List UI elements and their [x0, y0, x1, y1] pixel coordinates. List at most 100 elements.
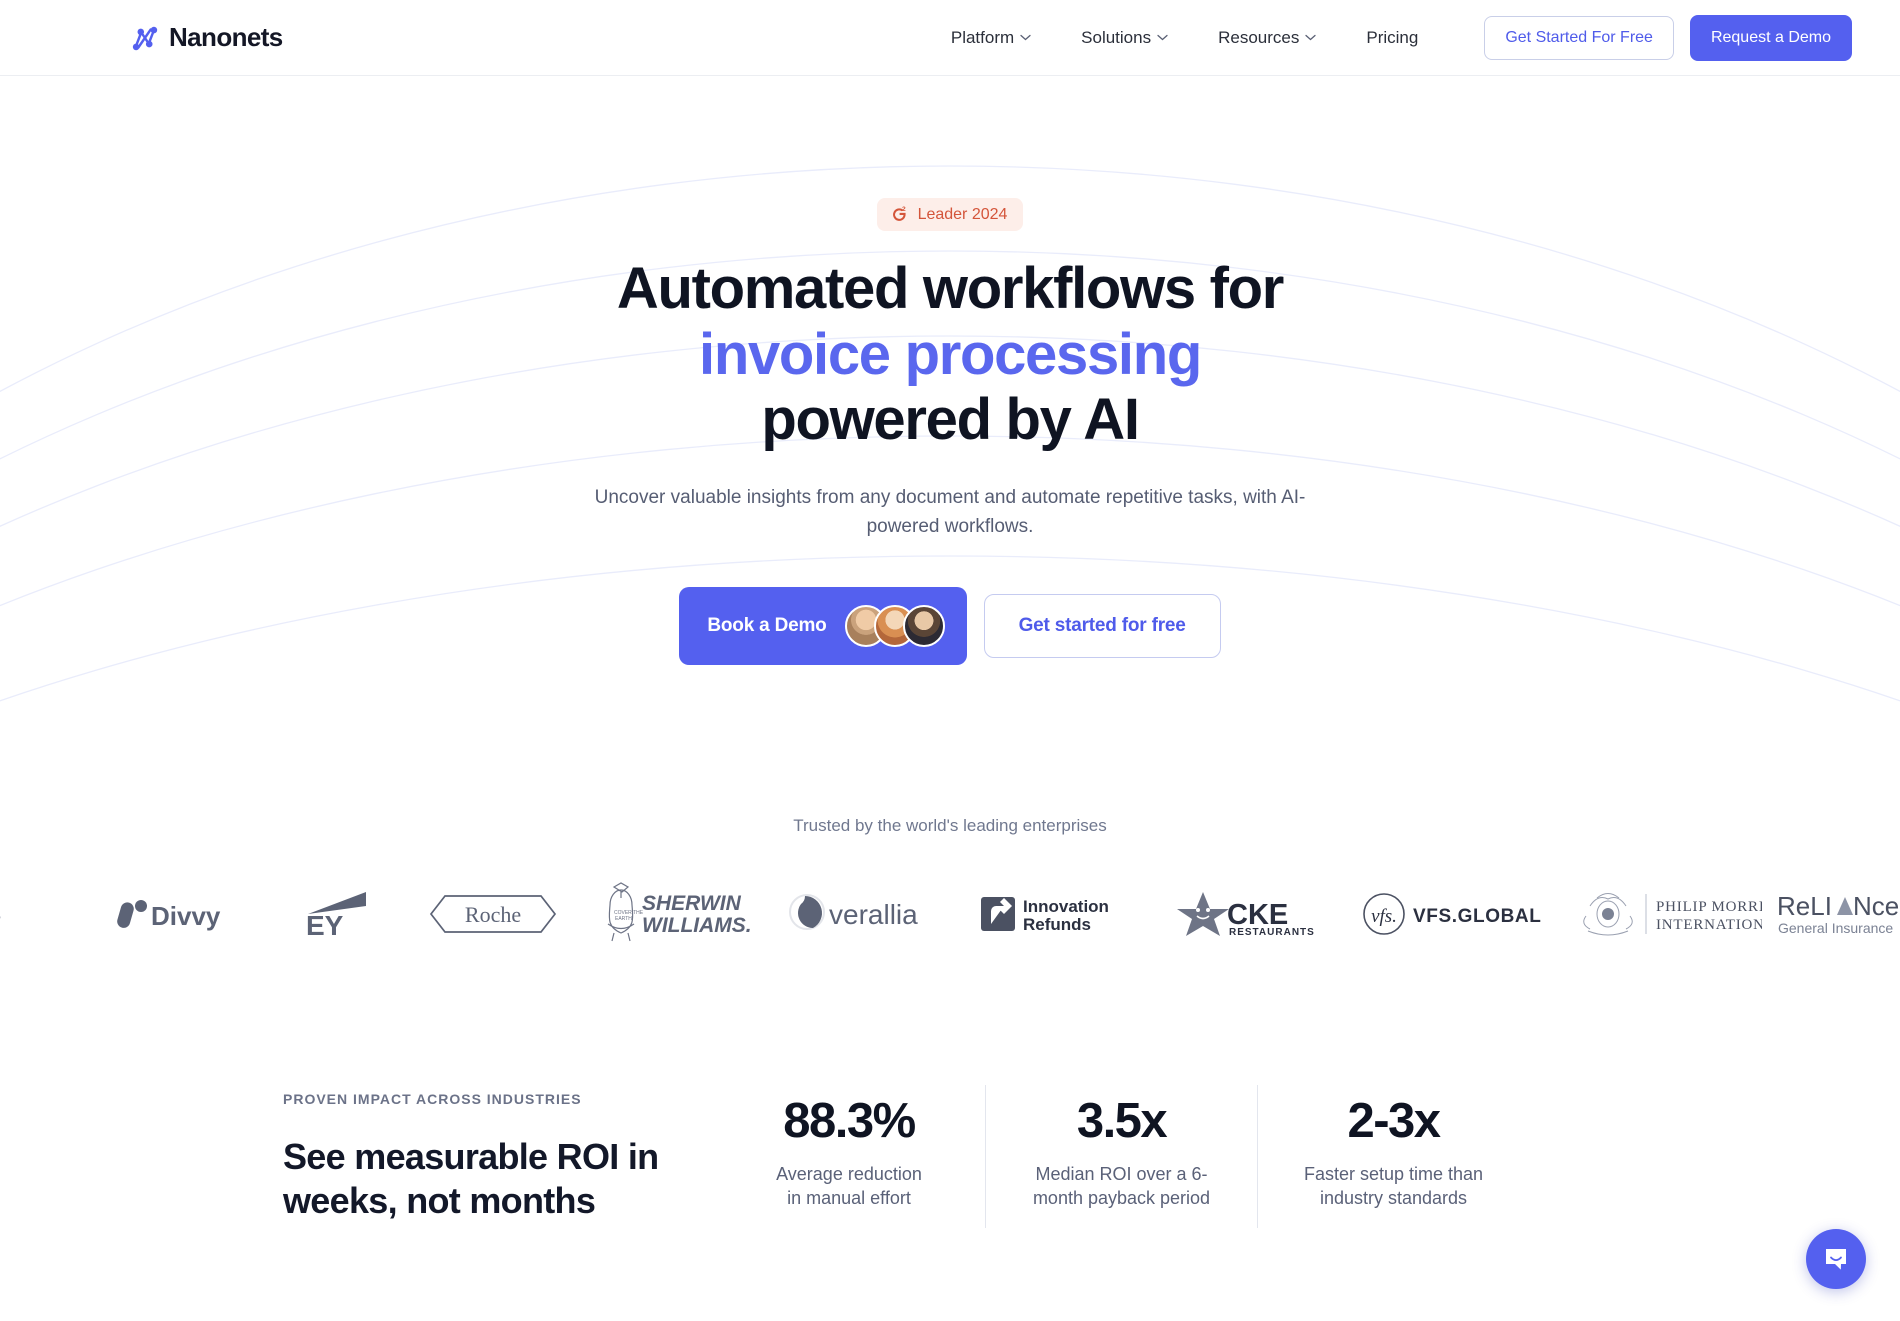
divvy-logo-icon: Divvy: [117, 900, 221, 931]
logo-innovation-refunds: Innovation Refunds: [968, 892, 1158, 936]
stat-card: 3.5x Median ROI over a 6- month payback …: [985, 1085, 1257, 1229]
svg-text:WILLIAMS.: WILLIAMS.: [642, 914, 752, 937]
stat-desc-line-2: industry standards: [1319, 1188, 1468, 1209]
logo-cke-restaurants: CKE RESTAURANTS: [1158, 890, 1348, 938]
logo-philip-morris: PHILIP MORRIS INTERNATIONAL: [1554, 888, 1770, 940]
svg-text:EY: EY: [306, 910, 344, 938]
stat-card: 2-3x Faster setup time than industry sta…: [1257, 1085, 1529, 1229]
site-header: Nanonets Platform Solutions Resources Pr…: [0, 0, 1900, 76]
chevron-down-icon: [1020, 34, 1031, 41]
hero-title: Automated workflows for invoice processi…: [0, 256, 1900, 453]
roi-text-block: PROVEN IMPACT ACROSS INDUSTRIES See meas…: [283, 1091, 713, 1223]
brand-logo[interactable]: Nanonets: [130, 22, 283, 53]
g2-badge-label: Leader 2024: [917, 205, 1008, 223]
landing-page: Nanonets Platform Solutions Resources Pr…: [0, 0, 1900, 1321]
svg-text:Divvy: Divvy: [151, 901, 221, 931]
nav-item-resources[interactable]: Resources: [1218, 27, 1317, 48]
hero-title-line-3: powered by AI: [761, 387, 1140, 453]
stat-desc-line-1: Average reduction: [776, 1163, 922, 1184]
logo-divvy: Divvy: [90, 894, 270, 934]
chat-bubble-icon: [1826, 1249, 1846, 1270]
main-navigation: Platform Solutions Resources Pricing: [951, 28, 1418, 48]
logo-roche: Roche: [410, 893, 576, 935]
stat-description: Faster setup time than industry standard…: [1278, 1162, 1509, 1211]
nav-item-solutions[interactable]: Solutions: [1081, 28, 1168, 48]
svg-text:vfs.: vfs.: [1371, 906, 1397, 927]
hero-cta-group: Book a Demo Get started for free: [0, 587, 1900, 666]
svg-text:General Insurance: General Insurance: [1778, 920, 1893, 936]
chevron-down-icon: [1157, 34, 1168, 41]
nav-item-platform[interactable]: Platform: [951, 28, 1031, 48]
vfs-global-logo-icon: vfs. VFS.GLOBAL: [1363, 893, 1541, 935]
reliance-logo-icon: ReLI Nce General Insurance: [1777, 891, 1899, 936]
logo-carousel[interactable]: tte Divvy EY: [0, 878, 1900, 950]
svg-text:ReLI: ReLI: [1777, 891, 1832, 921]
nav-item-label: Resources: [1218, 27, 1300, 47]
trusted-by-section: Trusted by the world's leading enterpris…: [0, 816, 1900, 950]
avatar-group: [844, 605, 945, 648]
philip-morris-logo-icon: PHILIP MORRIS INTERNATIONAL: [1583, 893, 1762, 936]
roi-heading: See measurable ROI in weeks, not months: [283, 1135, 673, 1223]
roi-eyebrow: PROVEN IMPACT ACROSS INDUSTRIES: [283, 1090, 582, 1107]
nav-item-label: Solutions: [1081, 27, 1152, 47]
stat-description: Median ROI over a 6- month payback perio…: [1006, 1162, 1237, 1211]
svg-text:verallia: verallia: [829, 899, 918, 930]
stat-value: 3.5x: [1076, 1094, 1168, 1148]
book-a-demo-label: Book a Demo: [707, 615, 827, 637]
stat-description: Average reduction in manual effort: [733, 1162, 965, 1211]
svg-text:Nce: Nce: [1853, 891, 1899, 921]
svg-text:VFS.GLOBAL: VFS.GLOBAL: [1413, 906, 1541, 927]
header-actions: Get Started For Free Request a Demo: [1484, 14, 1852, 61]
ey-logo-icon: EY: [306, 892, 366, 938]
nanonets-logo-icon: [132, 26, 158, 50]
chevron-down-icon: [1305, 34, 1317, 41]
logo-sherwin-williams: COVER THE EARTH SHERWIN WILLIAMS.: [576, 881, 772, 947]
nav-item-label: Pricing: [1366, 27, 1419, 47]
nav-item-label: Platform: [950, 27, 1015, 47]
deloitte-logo-icon: tte: [0, 916, 1, 919]
verallia-logo-icon: verallia: [788, 894, 918, 930]
get-started-free-button[interactable]: Get Started For Free: [1484, 15, 1674, 60]
svg-text:Roche: Roche: [465, 902, 521, 927]
stat-value: 2-3x: [1347, 1094, 1441, 1148]
svg-text:RESTAURANTS: RESTAURANTS: [1229, 927, 1315, 938]
svg-text:INTERNATIONAL: INTERNATIONAL: [1656, 917, 1762, 933]
g2-icon: 2: [892, 206, 906, 221]
hero-title-line-1: Automated workflows for: [616, 256, 1284, 321]
brand-name: Nanonets: [169, 22, 283, 52]
sherwin-williams-logo-icon: COVER THE EARTH SHERWIN WILLIAMS.: [607, 882, 752, 942]
nav-item-pricing[interactable]: Pricing: [1366, 28, 1418, 48]
svg-text:2: 2: [902, 206, 906, 213]
hero-subtitle: Uncover valuable insights from any docum…: [594, 486, 1306, 538]
stat-desc-line-1: Median ROI over a 6-: [1035, 1163, 1208, 1184]
logo-ey: EY: [270, 890, 410, 938]
trusted-by-label: Trusted by the world's leading enterpris…: [793, 816, 1107, 835]
hero-title-accent: invoice processing: [699, 321, 1202, 387]
stat-desc-line-2: month payback period: [1032, 1188, 1211, 1209]
logo-vfs-global: vfs. VFS.GLOBAL: [1348, 891, 1554, 937]
logo-deloitte: tte: [0, 897, 18, 931]
roi-heading-line-1: See measurable ROI in: [283, 1135, 659, 1177]
roi-section: PROVEN IMPACT ACROSS INDUSTRIES See meas…: [0, 1085, 1900, 1229]
roche-logo-icon: Roche: [429, 895, 557, 933]
stat-value: 88.3%: [783, 1094, 916, 1148]
request-demo-button[interactable]: Request a Demo: [1689, 14, 1852, 61]
svg-text:Refunds: Refunds: [1023, 915, 1091, 934]
cke-restaurants-logo-icon: CKE RESTAURANTS: [1177, 892, 1315, 938]
svg-text:Innovation: Innovation: [1023, 897, 1109, 916]
hero-content: 2 Leader 2024 Automated workflows for in…: [0, 76, 1900, 666]
innovation-refunds-logo-icon: Innovation Refunds: [981, 897, 1109, 934]
roi-heading-line-2: weeks, not months: [283, 1179, 596, 1221]
stat-desc-line-1: Faster setup time than: [1303, 1163, 1484, 1184]
stat-desc-line-2: in manual effort: [787, 1188, 911, 1209]
book-a-demo-button[interactable]: Book a Demo: [679, 587, 967, 666]
get-started-for-free-button[interactable]: Get started for free: [983, 594, 1221, 659]
svg-text:PHILIP MORRIS: PHILIP MORRIS: [1656, 899, 1762, 915]
avatar: [902, 605, 945, 648]
roi-stats-group: 88.3% Average reduction in manual effort…: [713, 1085, 1529, 1229]
hero-section: 2 Leader 2024 Automated workflows for in…: [0, 76, 1900, 816]
logo-reliance-general-insurance: ReLI Nce General Insurance: [1770, 891, 1900, 937]
svg-text:SHERWIN: SHERWIN: [642, 892, 742, 915]
chat-launcher-button[interactable]: [1806, 1229, 1866, 1289]
g2-leader-badge[interactable]: 2 Leader 2024: [876, 198, 1024, 231]
